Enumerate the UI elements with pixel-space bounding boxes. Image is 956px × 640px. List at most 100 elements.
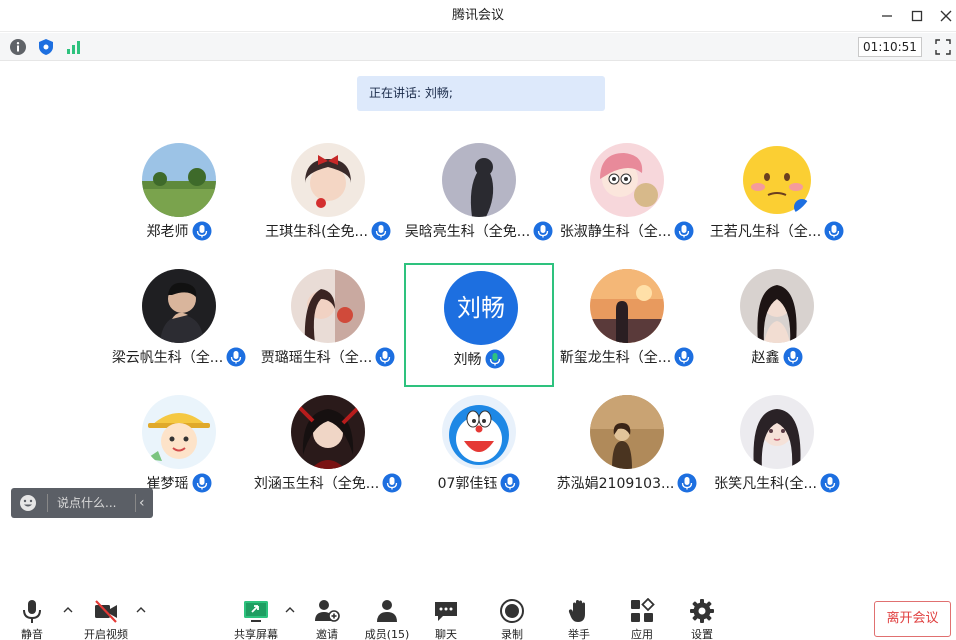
participant-name-row: 刘涵玉生科（全免... — [243, 473, 413, 495]
chat-button[interactable]: 聊天 — [416, 596, 476, 640]
record-button[interactable]: 录制 — [482, 596, 542, 640]
avatar-image — [142, 269, 216, 343]
start-video-button[interactable]: 开启视频 — [76, 596, 136, 640]
participant-name: 梁云帆生科（全... — [111, 350, 224, 366]
participant-tile[interactable]: 07郭佳钰 — [404, 389, 554, 513]
avatar-image — [590, 269, 664, 343]
video-options-icon — [136, 607, 146, 613]
info-icon[interactable] — [9, 38, 27, 56]
share-label: 共享屏幕 — [234, 628, 278, 640]
participant-name: 刘畅 — [453, 352, 482, 368]
avatar-image — [142, 143, 216, 217]
avatar — [590, 395, 664, 469]
participant-tile[interactable]: 吴晗亮生科（全免... — [404, 137, 554, 261]
chat-placeholder[interactable]: 说点什么... — [57, 488, 116, 518]
participant-tile[interactable]: 王琪生科(全免... — [253, 137, 403, 261]
participant-tile-active[interactable]: 刘畅 刘畅 — [404, 263, 554, 387]
participant-name: 张笑凡生科(全... — [714, 476, 817, 492]
mute-button[interactable]: 静音 — [2, 596, 62, 640]
avatar — [291, 143, 365, 217]
mic-status-icon — [500, 473, 520, 493]
participant-name: 苏泓娟2109103... — [556, 476, 675, 492]
mic-status-icon — [375, 347, 395, 367]
meeting-timer: 01:10:51 — [858, 37, 922, 57]
emoji-icon[interactable] — [19, 494, 37, 512]
microphone-status-icon — [485, 349, 505, 369]
participant-tile[interactable]: 赵鑫 — [702, 263, 852, 387]
leave-meeting-button[interactable]: 离开会议 — [874, 601, 951, 637]
participant-tile[interactable]: 梁云帆生科（全... — [104, 263, 254, 387]
avatar — [740, 269, 814, 343]
maximize-button[interactable] — [907, 6, 927, 26]
participant-tile[interactable]: 刘涵玉生科（全免... — [253, 389, 403, 513]
participant-tile[interactable]: 贾璐瑶生科（全... — [253, 263, 403, 387]
avatar-image — [291, 143, 365, 217]
collapse-chevron-icon[interactable]: ‹ — [139, 488, 145, 518]
chat-icon — [435, 602, 457, 621]
participant-name-row: 吴晗亮生科（全免... — [394, 221, 564, 243]
security-shield-icon[interactable] — [37, 38, 55, 56]
fullscreen-icon[interactable] — [934, 38, 952, 56]
participant-name-row: 刘畅 — [396, 349, 562, 371]
title-bar: 腾讯会议 — [0, 0, 956, 32]
avatar — [291, 395, 365, 469]
avatar — [142, 395, 216, 469]
mic-status-icon — [192, 473, 211, 493]
chevron-up-icon[interactable] — [62, 604, 74, 616]
avatar — [590, 143, 664, 217]
chevron-up-icon[interactable] — [135, 604, 147, 616]
participant-name: 张淑静生科（全... — [559, 224, 672, 240]
settings-button[interactable]: 设置 — [672, 596, 732, 640]
participant-tile[interactable]: 张笑凡生科(全... — [702, 389, 852, 513]
mic-status-icon — [192, 221, 211, 241]
participant-name: 靳玺龙生科（全... — [559, 350, 672, 366]
participant-tile[interactable]: 张淑静生科（全... — [552, 137, 702, 261]
members-icon — [377, 600, 397, 622]
avatar-image — [590, 143, 664, 217]
chat-quick-input[interactable]: 说点什么... ‹ — [11, 488, 153, 518]
avatar-image — [740, 395, 814, 469]
signal-strength-icon[interactable] — [65, 38, 83, 56]
settings-label: 设置 — [691, 628, 713, 640]
maximize-icon — [911, 10, 923, 22]
divider — [135, 494, 136, 512]
chevron-up-icon[interactable] — [284, 604, 296, 616]
microphone-status-icon — [783, 347, 803, 367]
apps-grid-icon — [631, 598, 655, 622]
participant-name: 王琪生科(全免... — [265, 224, 368, 240]
participant-name: 郑老师 — [146, 224, 189, 240]
participant-name-row: 梁云帆生科（全... — [94, 347, 264, 369]
participant-name: 刘涵玉生科（全免... — [253, 476, 380, 492]
mic-status-icon — [371, 221, 391, 241]
minimize-icon — [882, 15, 892, 17]
share-screen-icon — [244, 601, 268, 622]
microphone-status-icon — [375, 347, 395, 367]
avatar-image — [442, 143, 516, 217]
close-icon — [940, 10, 952, 22]
avatar-image — [740, 143, 814, 217]
close-button[interactable] — [936, 6, 956, 26]
video-off-icon — [95, 600, 117, 623]
avatar — [142, 143, 216, 217]
avatar-image — [291, 395, 365, 469]
avatar — [442, 143, 516, 217]
speaking-indicator: 正在讲话: 刘畅; — [357, 76, 605, 111]
avatar — [142, 269, 216, 343]
participant-tile[interactable]: 王若凡生科（全... — [702, 137, 852, 261]
status-bar: 01:10:51 — [0, 33, 956, 61]
microphone-status-icon — [371, 221, 391, 241]
minimize-button[interactable] — [877, 6, 897, 26]
bottom-toolbar: 静音 开启视频 共享屏幕 邀请 成员(15) 聊天 录制 举手 应用 设置 — [0, 592, 956, 640]
raise-hand-icon — [568, 600, 585, 622]
microphone-status-icon — [820, 473, 840, 493]
participant-name: 吴晗亮生科（全免... — [404, 224, 531, 240]
participant-tile[interactable]: 郑老师 — [104, 137, 254, 261]
participant-name-row: 王琪生科(全免... — [243, 221, 413, 243]
share-screen-button[interactable]: 共享屏幕 — [226, 596, 286, 640]
participant-name-row: 07郭佳钰 — [394, 473, 564, 495]
avatar: 刘畅 — [444, 271, 518, 345]
raise-hand-button[interactable]: 举手 — [549, 596, 609, 640]
participant-tile[interactable]: 苏泓娟2109103... — [552, 389, 702, 513]
participant-tile[interactable]: 靳玺龙生科（全... — [552, 263, 702, 387]
avatar — [442, 395, 516, 469]
